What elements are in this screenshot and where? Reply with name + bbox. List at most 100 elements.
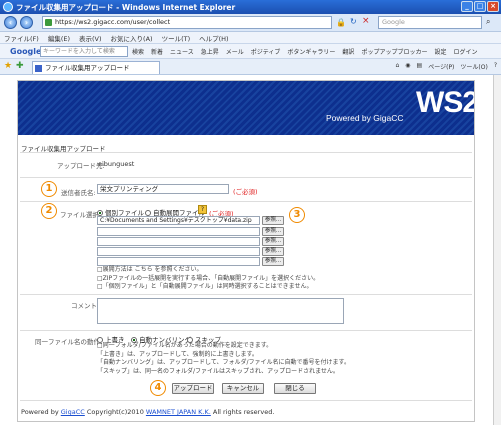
uploader-value: eibunguest bbox=[98, 160, 135, 168]
divider bbox=[20, 152, 472, 153]
callout-2: 2 bbox=[41, 203, 57, 219]
sender-required: (ご必須) bbox=[233, 188, 258, 196]
banner: Powered by GigaCC WS2 bbox=[18, 81, 474, 135]
minimize-button[interactable]: _ bbox=[461, 1, 473, 12]
comment-textarea[interactable] bbox=[97, 298, 344, 324]
menu-view[interactable]: 表示(V) bbox=[79, 33, 102, 43]
stop-icon[interactable]: × bbox=[362, 16, 370, 26]
google-search-input[interactable]: キーワードを入力して検索 bbox=[40, 46, 128, 57]
cancel-button[interactable]: キャンセル bbox=[222, 383, 264, 394]
tab-bar: ★ ✚ ファイル収集用アップロード ⌂ ◉ ▤ ページ(P) ツール(O) ? bbox=[0, 59, 501, 75]
file-input-5[interactable] bbox=[97, 257, 260, 266]
callout-3: 3 bbox=[289, 207, 305, 223]
banner-powered-by: Powered by GigaCC bbox=[326, 113, 404, 123]
file-input-1[interactable]: C:¥Documents and Settings¥デスクトップ¥data.zi… bbox=[97, 216, 260, 225]
feeds-icon[interactable]: ◉ bbox=[405, 62, 410, 71]
vertical-scrollbar[interactable] bbox=[493, 75, 501, 425]
close-button[interactable]: 閉じる bbox=[274, 383, 316, 394]
browse-button-5[interactable]: 参照... bbox=[262, 257, 284, 266]
sender-label: 送信者氏名: bbox=[61, 189, 96, 197]
address-bar: ‹ › https://ws2.gigacc.com/user/collect … bbox=[0, 14, 501, 32]
browse-button-4[interactable]: 参照... bbox=[262, 247, 284, 256]
footer-copyright: Copyright(c)2010 bbox=[86, 408, 144, 416]
upload-button[interactable]: アップロード bbox=[172, 383, 214, 394]
gtool-mail[interactable]: メール bbox=[226, 47, 244, 56]
lock-status-icon[interactable]: 🔒 bbox=[336, 18, 346, 27]
favorites-star-icon[interactable]: ★ bbox=[4, 62, 12, 71]
file-select-label: ファイル選択: bbox=[60, 211, 102, 219]
footer: Powered by GigaCC Copyright(c)2010 WAMNE… bbox=[21, 408, 274, 416]
browse-button-3[interactable]: 参照... bbox=[262, 237, 284, 246]
browse-button-1[interactable]: 参照... bbox=[262, 216, 284, 225]
divider bbox=[20, 294, 472, 295]
dup-note-4: 「スキップ」は、同一名のフォルダ/ファイルはスキップされ、アップロードされません… bbox=[97, 367, 339, 375]
dup-note-1: □同一フォルダ/ファイル名があった場合の動作を設定できます。 bbox=[97, 342, 273, 349]
menu-help[interactable]: ヘルプ(H) bbox=[199, 33, 228, 43]
menu-tools[interactable]: ツール(T) bbox=[162, 33, 191, 43]
gtool-news[interactable]: ニュース bbox=[170, 47, 194, 56]
gtool-settings[interactable]: 設定 bbox=[434, 47, 446, 56]
footer-rights: All rights reserved. bbox=[212, 408, 275, 416]
gtool-search[interactable]: 検索 bbox=[132, 47, 144, 56]
tab-upload[interactable]: ファイル収集用アップロード bbox=[32, 61, 160, 74]
page-menu[interactable]: ページ(P) bbox=[428, 62, 454, 71]
google-logo: Google bbox=[10, 47, 42, 56]
tools-menu[interactable]: ツール(O) bbox=[460, 62, 487, 71]
dup-note-2: 「上書き」は、アップロードして、強制的に上書きします。 bbox=[97, 350, 258, 358]
forward-icon[interactable]: › bbox=[20, 16, 33, 29]
close-window-button[interactable]: × bbox=[487, 1, 499, 12]
ie-icon bbox=[3, 2, 13, 12]
gtool-gallery[interactable]: ボタンギャラリー bbox=[287, 47, 335, 56]
gtool-positive[interactable]: ポジティブ bbox=[251, 47, 281, 56]
file-note-3: □「個別ファイル」と「自動展開ファイル」は同時選択することはできません。 bbox=[97, 283, 313, 290]
divider bbox=[20, 177, 472, 178]
footer-company-link[interactable]: WAMNET JAPAN K.K. bbox=[146, 408, 211, 416]
sender-input[interactable]: 栄文プリンティング bbox=[97, 184, 229, 194]
maximize-button[interactable]: □ bbox=[474, 1, 486, 12]
tab-favicon-icon bbox=[35, 65, 42, 72]
search-input[interactable]: Google bbox=[378, 16, 482, 29]
menu-bar: ファイル(F) 編集(E) 表示(V) お気に入り(A) ツール(T) ヘルプ(… bbox=[0, 32, 501, 44]
add-favorites-icon[interactable]: ✚ bbox=[16, 62, 24, 71]
divider bbox=[20, 330, 472, 331]
gtool-translate[interactable]: 翻訳 bbox=[342, 47, 354, 56]
menu-favorites[interactable]: お気に入り(A) bbox=[111, 33, 153, 43]
divider bbox=[20, 400, 472, 401]
lock-icon bbox=[45, 19, 52, 26]
duplicate-notes: □同一フォルダ/ファイル名があった場合の動作を設定できます。 「上書き」は、アッ… bbox=[97, 342, 437, 376]
callout-4: 4 bbox=[150, 380, 166, 396]
back-icon[interactable]: ‹ bbox=[4, 16, 17, 29]
tab-label: ファイル収集用アップロード bbox=[45, 64, 130, 72]
window-titlebar: ファイル収集用アップロード - Windows Internet Explore… bbox=[0, 0, 501, 14]
menu-edit[interactable]: 編集(E) bbox=[48, 33, 70, 43]
gtool-login[interactable]: ログイン bbox=[453, 47, 477, 56]
file-notes: □展開方法は こちら を参照ください。 □ZIPファイルの一括展開を実行する場合… bbox=[97, 266, 397, 292]
file-note-1: □展開方法は こちら を参照ください。 bbox=[97, 266, 203, 273]
file-input-4[interactable] bbox=[97, 247, 260, 256]
divider bbox=[20, 201, 472, 202]
comment-label: コメント: bbox=[71, 302, 100, 310]
browse-button-2[interactable]: 参照... bbox=[262, 227, 284, 236]
file-note-2: □ZIPファイルの一括展開を実行する場合、「自動展開ファイル」を選択ください。 bbox=[97, 274, 320, 282]
callout-1: 1 bbox=[41, 181, 57, 197]
url-input[interactable]: https://ws2.gigacc.com/user/collect bbox=[42, 16, 332, 29]
footer-brand-link[interactable]: GigaCC bbox=[61, 408, 85, 416]
url-text: https://ws2.gigacc.com/user/collect bbox=[55, 18, 171, 26]
menu-file[interactable]: ファイル(F) bbox=[4, 33, 39, 43]
refresh-icon[interactable]: ↻ bbox=[350, 17, 357, 26]
print-icon[interactable]: ▤ bbox=[417, 62, 423, 71]
gtool-new[interactable]: 新着 bbox=[151, 47, 163, 56]
gtool-trend[interactable]: 急上昇 bbox=[201, 47, 219, 56]
banner-logo: WS2 bbox=[416, 86, 474, 119]
window-title: ファイル収集用アップロード - Windows Internet Explore… bbox=[16, 2, 236, 12]
home-icon[interactable]: ⌂ bbox=[395, 62, 399, 71]
gtool-popup[interactable]: ポップアップブロッカー bbox=[361, 47, 427, 56]
file-input-3[interactable] bbox=[97, 237, 260, 246]
file-input-2[interactable] bbox=[97, 227, 260, 236]
dup-note-3: 「自動ナンバリング」は、アップロードして、フォルダ/ファイル名に自動で番号を付け… bbox=[97, 359, 350, 366]
help-icon[interactable]: ? bbox=[198, 205, 207, 214]
search-icon[interactable]: ⌕ bbox=[486, 17, 490, 27]
footer-powered: Powered by bbox=[21, 408, 59, 416]
help-icon[interactable]: ? bbox=[494, 62, 497, 71]
duplicate-label: 同一ファイル名の動作: bbox=[35, 338, 103, 346]
